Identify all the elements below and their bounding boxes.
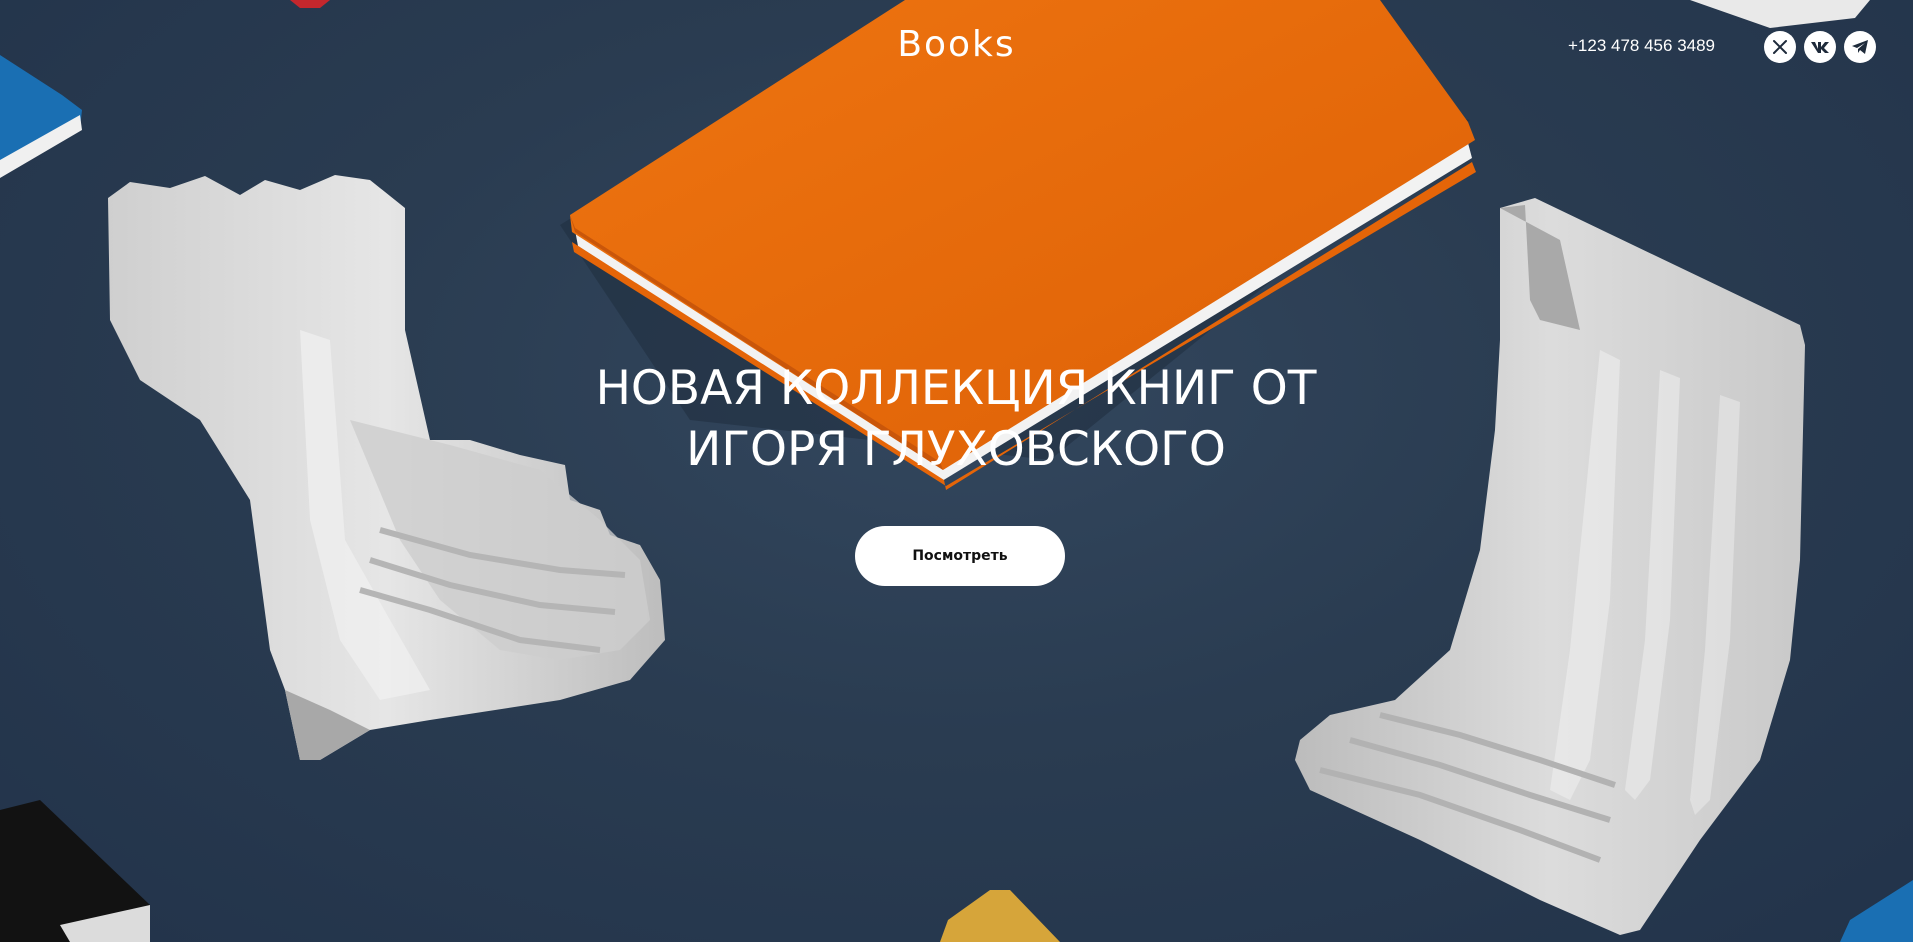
hero-headline-line1: НОВАЯ КОЛЛЕКЦИЯ КНИГ ОТ (595, 361, 1317, 416)
site-header: Books +123 478 456 3489 (0, 0, 1913, 96)
hero-headline: НОВАЯ КОЛЛЕКЦИЯ КНИГ ОТ ИГОРЯ ГЛУХОВСКОГ… (506, 358, 1406, 480)
x-twitter-icon (1772, 39, 1788, 55)
phone-link[interactable]: +123 478 456 3489 (1568, 36, 1715, 56)
x-twitter-link[interactable] (1764, 31, 1796, 63)
hero-section: Books +123 478 456 3489 НОВАЯ КОЛЛЕКЦИЯ … (0, 0, 1913, 942)
telegram-link[interactable] (1844, 31, 1876, 63)
view-button[interactable]: Посмотреть (855, 526, 1065, 586)
vk-icon (1810, 40, 1830, 54)
vk-link[interactable] (1804, 31, 1836, 63)
telegram-icon (1851, 39, 1869, 55)
hero-headline-line2: ИГОРЯ ГЛУХОВСКОГО (686, 422, 1226, 477)
